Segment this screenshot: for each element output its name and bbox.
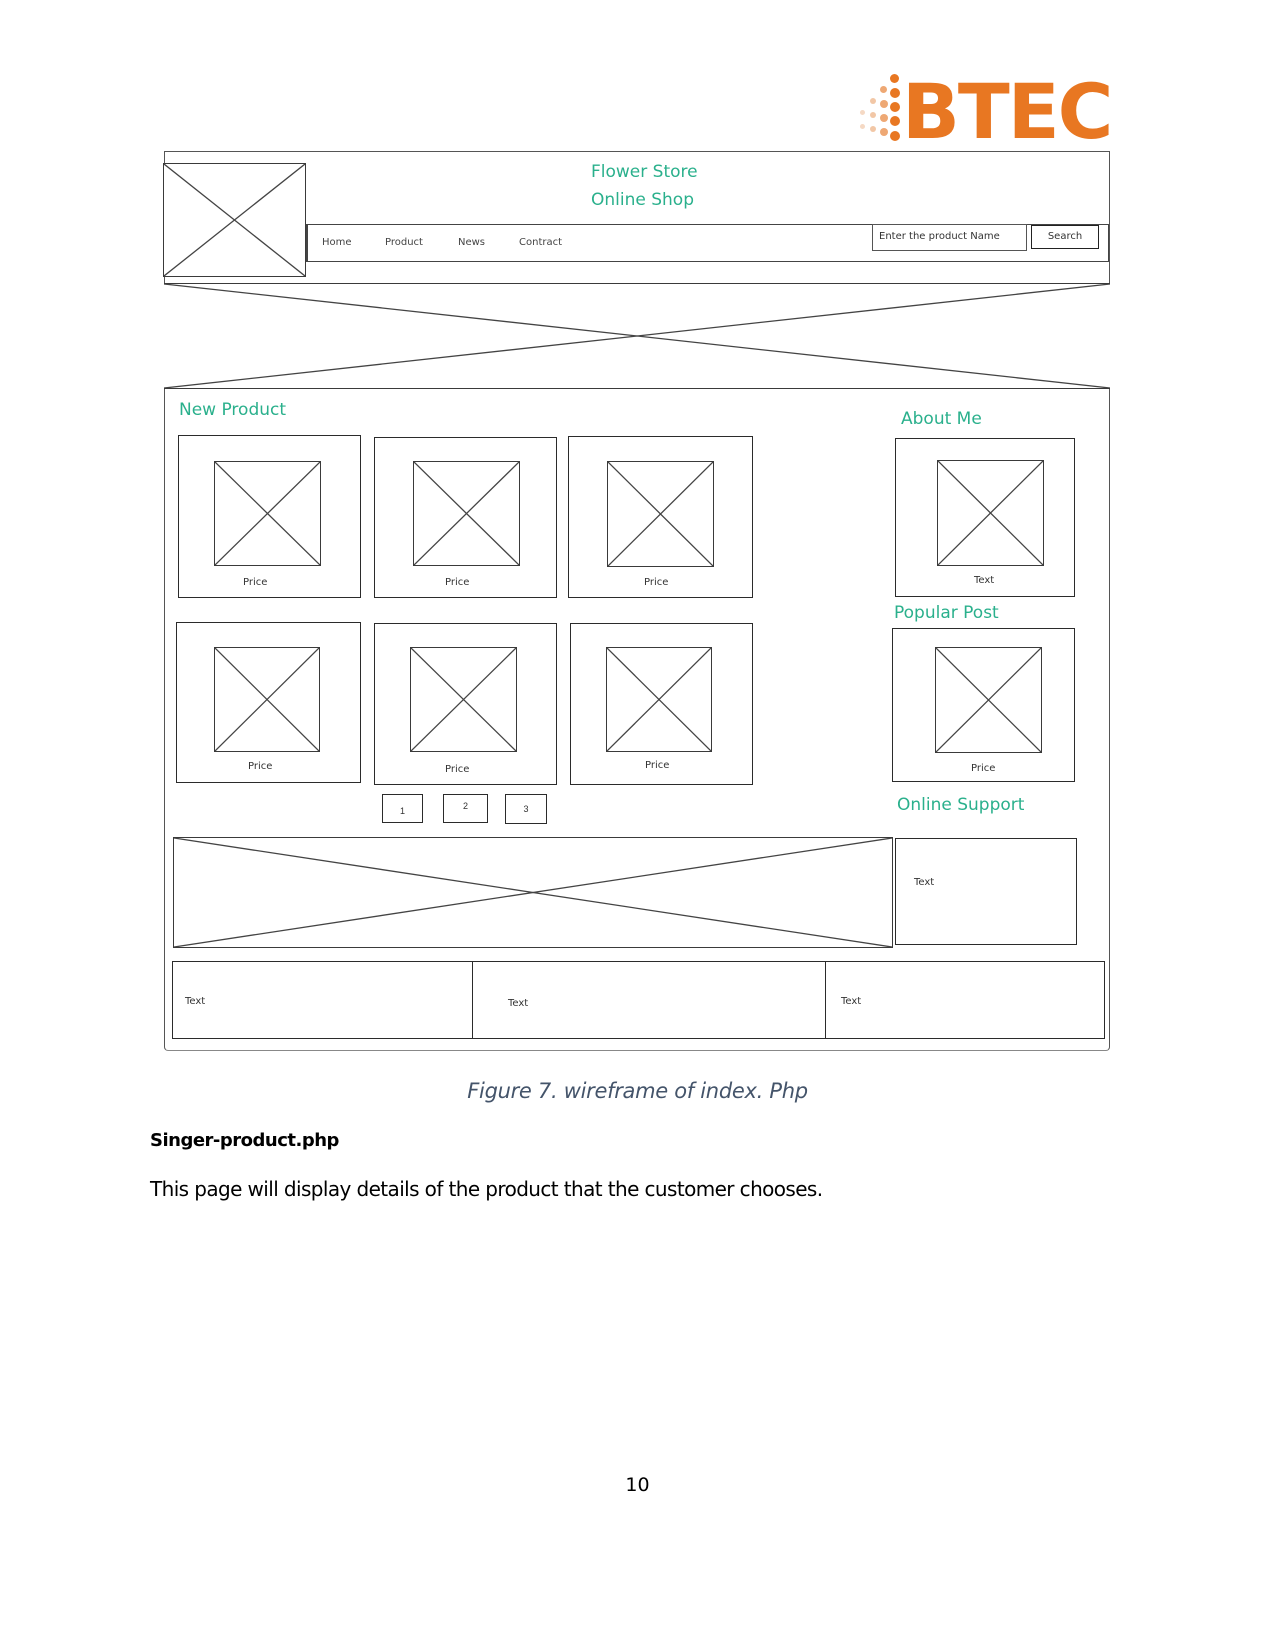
product-image-placeholder [410, 647, 517, 752]
image-placeholder-icon [936, 648, 1041, 752]
page-number: 10 [625, 1474, 650, 1496]
about-image-placeholder [937, 460, 1044, 566]
bottom-banner-placeholder [173, 837, 893, 948]
popular-post-heading: Popular Post [894, 603, 999, 623]
search-button[interactable]: Search [1031, 225, 1099, 249]
hero-banner-placeholder [164, 283, 1110, 389]
image-placeholder-icon [215, 462, 320, 565]
image-placeholder-icon [215, 648, 319, 751]
online-support-heading: Online Support [897, 795, 1025, 815]
search-placeholder: Enter the product Name [879, 231, 1000, 242]
page-label: 2 [462, 801, 468, 811]
footer-text: Text [185, 996, 206, 1007]
page-label: 3 [523, 804, 529, 814]
body-paragraph: This page will display details of the pr… [150, 1177, 823, 1201]
popular-price: Price [971, 763, 996, 774]
image-placeholder-icon [938, 461, 1043, 565]
new-product-heading: New Product [179, 400, 287, 420]
page-button-3[interactable]: 3 [505, 794, 547, 824]
section-heading: Singer-product.php [150, 1130, 339, 1151]
footer-column: Text [826, 962, 1104, 1038]
product-image-placeholder [413, 461, 520, 566]
image-placeholder-icon [608, 462, 713, 566]
header-logo-placeholder [163, 163, 306, 277]
page-label: 1 [399, 806, 405, 816]
product-image-placeholder [606, 647, 712, 752]
nav-contract[interactable]: Contract [519, 237, 562, 248]
product-card[interactable]: Price [374, 623, 557, 785]
footer-text: Text [841, 996, 862, 1007]
product-price: Price [644, 577, 669, 588]
online-support-box: Text [895, 838, 1077, 945]
image-placeholder-icon [411, 648, 516, 751]
about-me-heading: About Me [901, 409, 982, 429]
popular-image-placeholder [935, 647, 1042, 753]
btec-logo: BTEC [850, 67, 1113, 156]
nav-news[interactable]: News [458, 237, 485, 248]
image-placeholder-icon [607, 648, 711, 751]
product-price: Price [248, 761, 273, 772]
page-button-2[interactable]: 2 [443, 794, 488, 823]
logo-text: BTEC [902, 67, 1113, 156]
product-price: Price [645, 760, 670, 771]
product-price: Price [243, 577, 268, 588]
page-button-1[interactable]: 1 [382, 794, 423, 823]
image-placeholder-icon [414, 462, 519, 565]
site-title-line2: Online Shop [591, 190, 694, 210]
nav-product[interactable]: Product [385, 237, 423, 248]
footer-text: Text [508, 998, 529, 1009]
product-card[interactable]: Price [176, 622, 361, 783]
search-button-label: Search [1047, 231, 1083, 242]
product-image-placeholder [214, 647, 320, 752]
search-input[interactable]: Enter the product Name [872, 224, 1027, 251]
nav-home[interactable]: Home [322, 237, 352, 248]
image-placeholder-icon [174, 838, 892, 947]
product-card[interactable]: Price [568, 436, 753, 598]
footer-column: Text [173, 962, 473, 1038]
footer: Text Text Text [172, 961, 1105, 1039]
product-price: Price [445, 577, 470, 588]
product-price: Price [445, 764, 470, 775]
popular-post-card[interactable]: Price [892, 628, 1075, 782]
product-card[interactable]: Price [374, 437, 557, 598]
support-text: Text [914, 877, 935, 888]
footer-column: Text [473, 962, 826, 1038]
site-title-line1: Flower Store [591, 162, 698, 182]
figure-caption: Figure 7. wireframe of index. Php [467, 1079, 808, 1103]
about-me-card: Text [895, 438, 1075, 597]
product-image-placeholder [214, 461, 321, 566]
image-placeholder-icon [164, 284, 1110, 388]
product-image-placeholder [607, 461, 714, 567]
product-card[interactable]: Price [178, 435, 361, 598]
product-card[interactable]: Price [570, 623, 753, 785]
about-text: Text [974, 575, 995, 586]
image-placeholder-icon [164, 164, 305, 276]
